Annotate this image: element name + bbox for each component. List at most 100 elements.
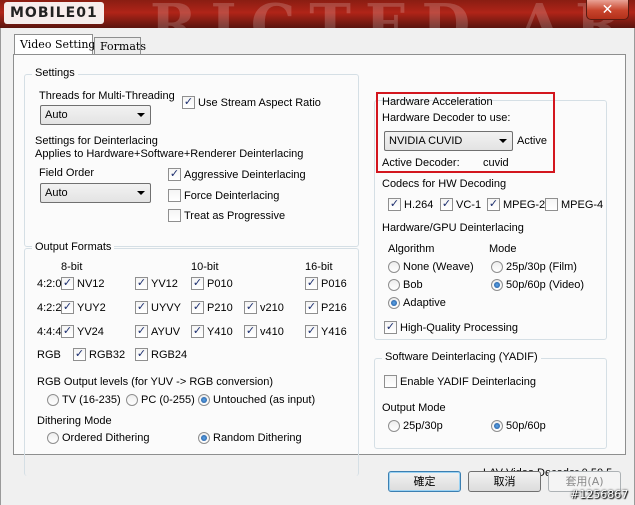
aggressive-label: Aggressive Deinterlacing (184, 169, 306, 181)
out-25p-label: 25p/30p (403, 420, 443, 432)
ok-button[interactable]: 確定 (388, 471, 461, 492)
format-uyvy-checkbox[interactable]: ✓ (135, 301, 148, 314)
sw-deint-group: Software Deinterlacing (YADIF) Enable YA… (374, 351, 607, 449)
yadif-label: Enable YADIF Deinterlacing (400, 376, 536, 388)
force-deint-label: Force Deinterlacing (184, 190, 280, 202)
format-v410-label: v410 (260, 326, 284, 338)
hw-codecs-label: Codecs for HW Decoding (382, 178, 507, 190)
format-yuy2-label: YUY2 (77, 302, 106, 314)
hw-deint-label: Hardware/GPU Deinterlacing (382, 222, 524, 234)
chevron-down-icon (137, 113, 145, 117)
col-10bit: 10-bit (191, 261, 219, 273)
format-ayuv-checkbox[interactable]: ✓ (135, 325, 148, 338)
active-decoder-value: cuvid (483, 157, 509, 169)
levels-tv-label: TV (16-235) (62, 394, 121, 406)
tab-panel: Settings Threads for Multi-Threading Aut… (13, 54, 626, 479)
settings-group: Settings Threads for Multi-Threading Aut… (24, 67, 359, 247)
format-yv24-checkbox[interactable]: ✓ (61, 325, 74, 338)
levels-untouched-label: Untouched (as input) (213, 394, 316, 406)
row-label-420: 4:2:0 (37, 278, 62, 290)
progressive-checkbox[interactable] (168, 209, 181, 222)
codec-mpeg2-checkbox[interactable]: ✓ (487, 198, 500, 211)
threads-select[interactable]: Auto (40, 105, 151, 125)
force-deint-checkbox[interactable] (168, 189, 181, 202)
cancel-button[interactable]: 取消 (468, 471, 541, 492)
levels-pc-label: PC (0-255) (141, 394, 195, 406)
stream-aspect-checkbox[interactable]: ✓ (182, 96, 195, 109)
algo-bob-radio[interactable] (388, 279, 400, 291)
format-v210-checkbox[interactable]: ✓ (244, 301, 257, 314)
format-p016-checkbox[interactable]: ✓ (305, 277, 318, 290)
rgb-levels-label: RGB Output levels (for YUV -> RGB conver… (37, 376, 274, 388)
format-rgb24-label: RGB24 (151, 349, 188, 361)
aggressive-checkbox[interactable]: ✓ (168, 168, 181, 181)
stream-aspect-label: Use Stream Aspect Ratio (198, 97, 321, 109)
levels-tv-radio[interactable] (47, 394, 59, 406)
close-button[interactable]: ✕ (586, 0, 629, 20)
format-rgb24-checkbox[interactable]: ✓ (135, 348, 148, 361)
format-p210-checkbox[interactable]: ✓ (191, 301, 204, 314)
row-label-rgb: RGB (37, 349, 61, 361)
algo-weave-radio[interactable] (388, 261, 400, 273)
dither-random-radio[interactable] (198, 432, 210, 444)
format-p216-label: P216 (321, 302, 347, 314)
hw-decoder-label: Hardware Decoder to use: (382, 112, 511, 124)
watermark-id: #1256867 (570, 488, 629, 501)
codec-vc1-checkbox[interactable]: ✓ (440, 198, 453, 211)
chevron-down-icon (137, 191, 145, 195)
format-y416-label: Y416 (321, 326, 347, 338)
format-nv12-checkbox[interactable]: ✓ (61, 277, 74, 290)
format-uyvy-label: UYVY (151, 302, 181, 314)
dither-ordered-radio[interactable] (47, 432, 59, 444)
format-yv24-label: YV24 (77, 326, 104, 338)
row-label-444: 4:4:4 (37, 326, 62, 338)
format-v410-checkbox[interactable]: ✓ (244, 325, 257, 338)
format-p216-checkbox[interactable]: ✓ (305, 301, 318, 314)
format-y410-checkbox[interactable]: ✓ (191, 325, 204, 338)
hw-decoder-status: Active (517, 135, 547, 147)
format-nv12-label: NV12 (77, 278, 105, 290)
format-yv12-label: YV12 (151, 278, 178, 290)
levels-pc-radio[interactable] (126, 394, 138, 406)
codec-h264-checkbox[interactable]: ✓ (388, 198, 401, 211)
threads-select-value: Auto (45, 109, 68, 121)
background-text: RICTED AR (150, 0, 635, 28)
codec-vc1-label: VC-1 (456, 199, 482, 211)
output-formats-group: Output Formats 8-bit 10-bit 16-bit 4:2:0… (24, 241, 359, 476)
format-rgb32-checkbox[interactable]: ✓ (73, 348, 86, 361)
yadif-checkbox[interactable] (384, 375, 397, 388)
mode-video-radio[interactable] (491, 279, 503, 291)
hq-processing-label: High-Quality Processing (400, 322, 518, 334)
algo-adaptive-radio[interactable] (388, 297, 400, 309)
format-y416-checkbox[interactable]: ✓ (305, 325, 318, 338)
format-y410-label: Y410 (207, 326, 233, 338)
out-25p-radio[interactable] (388, 420, 400, 432)
lav-settings-dialog: Video Settings Formats Settings Threads … (0, 28, 635, 505)
active-decoder-label: Active Decoder: (382, 157, 460, 169)
levels-untouched-radio[interactable] (198, 394, 210, 406)
dithering-label: Dithering Mode (37, 415, 112, 427)
hw-accel-label: Hardware Acceleration (382, 96, 493, 108)
format-yv12-checkbox[interactable]: ✓ (135, 277, 148, 290)
hw-decoder-select[interactable]: NVIDIA CUVID (384, 131, 513, 151)
mode-film-radio[interactable] (491, 261, 503, 273)
field-order-value: Auto (45, 187, 68, 199)
format-p210-label: P210 (207, 302, 233, 314)
col-16bit: 16-bit (305, 261, 333, 273)
threads-label: Threads for Multi-Threading (39, 90, 175, 102)
mode-label: Mode (489, 243, 517, 255)
format-p010-checkbox[interactable]: ✓ (191, 277, 204, 290)
tab-formats[interactable]: Formats (94, 37, 146, 55)
codec-mpeg4-checkbox[interactable] (545, 198, 558, 211)
out-50p-radio[interactable] (491, 420, 503, 432)
col-8bit: 8-bit (61, 261, 83, 273)
format-v210-label: v210 (260, 302, 284, 314)
tab-video-settings[interactable]: Video Settings (14, 34, 101, 56)
codec-mpeg4-label: MPEG-4 (561, 199, 604, 211)
output-formats-label: Output Formats (32, 241, 115, 253)
hq-processing-checkbox[interactable]: ✓ (384, 321, 397, 334)
mode-film-label: 25p/30p (Film) (506, 261, 577, 273)
format-ayuv-label: AYUV (151, 326, 181, 338)
format-yuy2-checkbox[interactable]: ✓ (61, 301, 74, 314)
field-order-select[interactable]: Auto (40, 183, 151, 203)
